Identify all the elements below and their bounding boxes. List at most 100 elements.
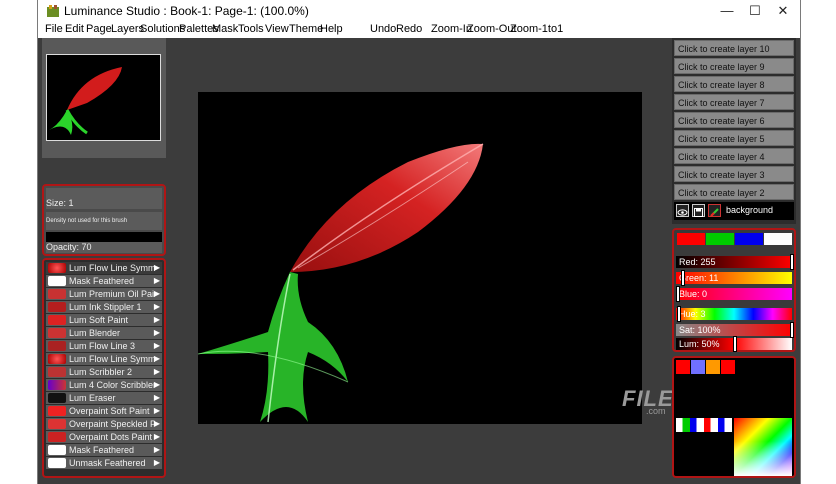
brush-settings-panel: Size: 1 Density not used for this brush … [42,184,166,256]
hue-slider[interactable]: Hue: 3 [676,306,792,322]
navigator-thumbnail[interactable] [46,54,161,141]
brush-label: Lum Ink Stippler 1 [69,302,142,312]
maximize-button[interactable]: ☐ [740,0,770,22]
menu-file[interactable]: File [45,23,63,35]
menu-view[interactable]: View [265,23,289,35]
brush-label: Unmask Feathered [69,458,146,468]
swatch-strip[interactable] [676,418,732,432]
brush-mode-icon[interactable] [708,204,721,217]
brush-item[interactable]: Overpaint Soft Paint ▶ [46,405,162,418]
brush-item[interactable]: Unmask Feathered ▶ [46,457,162,470]
save-icon[interactable] [692,204,705,217]
menu-bar: File Edit Page Layers Solutions Palettes… [38,22,800,38]
size-slider-track[interactable] [46,188,162,198]
menu-page[interactable]: Page [86,23,112,35]
expand-arrow-icon: ▶ [153,419,160,428]
menu-edit[interactable]: Edit [65,23,84,35]
expand-arrow-icon: ▶ [153,276,160,285]
eye-icon[interactable] [676,204,689,217]
lum-slider-knob[interactable] [733,336,737,352]
brush-label: Lum 4 Color Scribbler 1 [69,380,155,390]
green-slider-knob[interactable] [681,270,685,286]
zoom-1to1-button[interactable]: Zoom-1to1 [510,23,563,35]
swatch-white[interactable] [764,233,792,245]
green-slider[interactable]: Green: 11 [676,270,792,286]
menu-theme[interactable]: Theme [289,23,323,35]
create-layer-4[interactable]: Click to create layer 4 [674,148,794,164]
create-layer-8[interactable]: Click to create layer 8 [674,76,794,92]
background-layer-label: background [726,205,774,215]
brush-item[interactable]: Lum Flow Line Symmetr▶ [46,262,162,275]
background-layer[interactable]: background [674,202,794,220]
palette-color[interactable] [676,360,690,374]
color-picker-overlay [734,418,792,476]
brush-label: Lum Flow Line Symmetr [69,354,155,364]
brush-label: Lum Blender [69,328,121,338]
brush-item[interactable]: Lum Eraser ▶ [46,392,162,405]
zoom-in-button[interactable]: Zoom-In [431,23,472,35]
create-layer-2[interactable]: Click to create layer 2 [674,184,794,200]
palette-color[interactable] [691,360,705,374]
red-slider-knob[interactable] [790,254,794,270]
close-button[interactable]: ✕ [768,0,798,22]
expand-arrow-icon: ▶ [153,380,160,389]
create-layer-5[interactable]: Click to create layer 5 [674,130,794,146]
swatch-red[interactable] [677,233,705,245]
drawing-canvas[interactable] [197,92,642,424]
sat-value: Sat: 100% [679,325,721,335]
menu-help[interactable]: Help [320,23,343,35]
luminance-slider[interactable]: Lum: 50% [676,336,792,352]
saturation-slider[interactable]: Sat: 100% [676,322,794,338]
create-layer-10[interactable]: Click to create layer 10 [674,40,794,56]
brush-preview [48,445,66,455]
blue-slider[interactable]: Blue: 0 [676,286,792,302]
menu-mask[interactable]: Mask [212,23,238,35]
undo-button[interactable]: Undo [370,23,396,35]
brush-preview [48,406,66,416]
brush-item[interactable]: Lum Flow Line Symmetr▶ [46,353,162,366]
expand-arrow-icon: ▶ [153,432,160,441]
brush-label: Overpaint Soft Paint [69,406,150,416]
title-bar: Luminance Studio : Book-1: Page-1: (100.… [38,0,800,22]
navigator-panel [42,38,166,158]
brush-item[interactable]: Lum Flow Line 3 ▶ [46,340,162,353]
create-layer-6[interactable]: Click to create layer 6 [674,112,794,128]
brush-item[interactable]: Mask Feathered ▶ [46,444,162,457]
swatch-blue[interactable] [735,233,763,245]
palette-color[interactable] [706,360,720,374]
brush-label: Overpaint Dots Paint [69,432,153,442]
brush-item[interactable]: Lum Scribbler 2 ▶ [46,366,162,379]
brush-item[interactable]: Lum Premium Oil Paint ▶ [46,288,162,301]
hue-value: Hue: 3 [679,309,706,319]
color-panel: Red: 255 Green: 11 Blue: 0 Hue: 3 Sat: 1… [672,228,796,352]
swatch-green[interactable] [706,233,734,245]
redo-button[interactable]: Redo [396,23,422,35]
brush-preview [48,302,66,312]
red-value: Red: 255 [679,257,716,267]
create-layer-3[interactable]: Click to create layer 3 [674,166,794,182]
blue-slider-knob[interactable] [676,286,680,302]
hue-slider-knob[interactable] [677,306,681,322]
minimize-button[interactable]: — [712,0,742,22]
brush-item[interactable]: Overpaint Speckled Pain▶ [46,418,162,431]
brush-item[interactable]: Overpaint Dots Paint ▶ [46,431,162,444]
expand-arrow-icon: ▶ [153,367,160,376]
brush-preview [48,276,66,286]
red-slider[interactable]: Red: 255 [676,254,794,270]
brush-item[interactable]: Lum 4 Color Scribbler 1 ▶ [46,379,162,392]
blue-value: Blue: 0 [679,289,708,299]
create-layer-7[interactable]: Click to create layer 7 [674,94,794,110]
menu-tools[interactable]: Tools [238,23,264,35]
expand-arrow-icon: ▶ [153,406,160,415]
sat-slider-knob[interactable] [790,322,794,338]
brush-label: Lum Flow Line 3 [69,341,136,351]
brush-item[interactable]: Lum Blender ▶ [46,327,162,340]
brush-item[interactable]: Lum Ink Stippler 1 ▶ [46,301,162,314]
color-picker-field[interactable] [734,418,792,476]
brush-item[interactable]: Mask Feathered ▶ [46,275,162,288]
create-layer-9[interactable]: Click to create layer 9 [674,58,794,74]
opacity-slider-track[interactable] [46,232,162,242]
brush-item[interactable]: Lum Soft Paint ▶ [46,314,162,327]
palette-color[interactable] [721,360,735,374]
thumbnail-image [49,67,122,135]
